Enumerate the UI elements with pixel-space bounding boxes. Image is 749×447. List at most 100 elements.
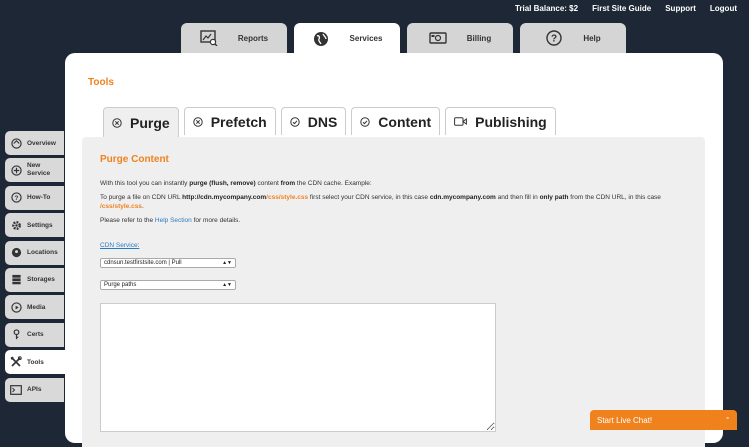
example-only-path: only path [539,194,569,201]
question-icon: ? [10,192,22,204]
side-nav: Overview New Service ? How-To Settings Lo… [5,131,65,405]
example-part: . [141,202,144,210]
help-icon: ? [545,29,563,47]
tab-billing[interactable]: Billing [407,23,513,53]
tab-reports[interactable]: Reports [181,23,287,53]
tab-billing-label: Billing [466,33,492,43]
refer-part: for more details. [191,217,241,224]
x-circle-icon [112,117,122,128]
sidebar-item-label: APIs [27,386,42,394]
sidebar-item-apis[interactable]: APIs [5,377,64,402]
sidebar-item-new-service[interactable]: New Service [5,158,64,183]
sidebar-item-label: Storages [27,276,55,284]
svg-text:?: ? [551,34,557,45]
sidebar-item-label: New Service [27,162,50,178]
tab-publishing[interactable]: Publishing [445,107,556,135]
tab-help-label: Help [583,33,601,43]
tab-help[interactable]: ? Help [520,23,626,53]
sidebar-item-storages[interactable]: Storages [5,267,64,292]
plus-circle-icon [10,164,22,176]
intro-from: from [280,180,296,187]
svg-text:?: ? [14,195,18,202]
intro-part: content [255,180,281,187]
top-links: Trial Balance: $2 First Site Guide Suppo… [501,4,737,13]
cdn-service-colon: : [137,242,140,249]
live-chat-label: Start Live Chat! [597,415,653,425]
purge-mode-select[interactable]: Purge paths ▲▼ [100,280,236,290]
tab-publishing-label: Publishing [475,113,547,130]
tab-content-label: Content [378,113,432,130]
intro-part: With this tool you can instantly [100,180,190,187]
sidebar-item-label: Media [27,303,46,311]
example-part: first select your CDN service, in this c… [308,194,430,201]
sidebar-item-label: How-To [27,194,51,202]
cdn-service-value: cdnsun.testfirstsite.com | Pull [104,260,182,266]
billing-icon [429,29,447,47]
sidebar-item-label: Tools [27,358,44,366]
cdn-service-label[interactable]: CDN Service: [100,242,139,249]
example-url-host: http://cdn.mycompany.com [182,194,267,201]
globe-icon [312,30,330,48]
refer-part: Please refer to the [100,217,155,224]
sidebar-item-overview[interactable]: Overview [5,131,64,155]
example-service: cdn.mycompany.com [429,194,496,201]
sidebar-item-label: Locations [27,249,58,257]
cdn-service-select[interactable]: cdnsun.testfirstsite.com | Pull ▲▼ [100,258,236,268]
refer-text: Please refer to the Help Section for mor… [100,217,700,226]
terminal-icon [10,384,22,396]
example-path: /css/style.css [100,202,142,210]
example-text: To purge a file on CDN URL http://cdn.my… [100,194,700,211]
play-icon [10,301,22,313]
settings-gear-icon [10,219,22,231]
support-link[interactable]: Support [665,4,696,13]
intro-part: the CDN cache. Example: [295,180,372,187]
key-icon [10,329,22,341]
minimize-icon[interactable]: - [726,413,729,422]
tab-prefetch[interactable]: Prefetch [183,107,276,135]
sidebar-item-settings[interactable]: Settings [5,213,64,238]
tab-purge[interactable]: Purge [103,107,179,137]
check-circle-icon [290,116,300,127]
video-icon [454,117,468,126]
purge-panel: Purge Content With this tool you can ins… [82,137,705,447]
purge-heading: Purge Content [100,154,169,165]
live-chat-button[interactable]: Start Live Chat! - [590,410,737,430]
tab-dns[interactable]: DNS [280,107,347,135]
tools-icon [10,356,22,368]
first-site-guide-link[interactable]: First Site Guide [592,4,651,13]
page-title: Tools [88,77,114,88]
tab-dns-label: DNS [307,113,338,130]
tab-reports-label: Reports [237,33,269,43]
purge-paths-textarea[interactable] [100,303,496,432]
tab-services[interactable]: Services [294,23,400,54]
sidebar-item-media[interactable]: Media [5,295,64,320]
sidebar-item-how-to[interactable]: ? How-To [5,185,64,210]
main-tabs: Reports Services Billing ? Help [181,23,633,54]
example-part: To purge a file on CDN URL [100,194,183,201]
sidebar-item-label: Certs [27,331,44,339]
help-section-link[interactable]: Help Section [155,217,192,224]
sidebar-item-label: Overview [27,139,56,147]
tab-content[interactable]: Content [351,107,441,135]
storage-icon [10,274,22,286]
sidebar-item-tools[interactable]: Tools [5,350,65,375]
sidebar-item-label: Settings [27,221,53,229]
chevron-updown-icon: ▲▼ [222,260,232,266]
sub-tabs: Purge Prefetch DNS Content Publishing [103,107,561,137]
content-card: Tools Purge Prefetch DNS Content Publish… [65,53,723,447]
location-pin-icon [10,247,22,259]
trial-balance-link[interactable]: Trial Balance: $2 [515,4,578,13]
intro-bold: purge (flush, remove) [189,180,256,187]
cdn-service-label-text: CDN Service [100,242,138,249]
intro-text: With this tool you can instantly purge (… [100,180,700,189]
purge-mode-value: Purge paths [104,282,137,288]
service-label: Service [27,170,51,178]
sidebar-item-certs[interactable]: Certs [5,322,64,347]
check-circle-icon [360,116,370,127]
sidebar-item-locations[interactable]: Locations [5,240,64,265]
tab-purge-label: Purge [130,114,170,131]
reports-icon [200,29,218,47]
example-url-path: /css/style.css [266,194,309,201]
logout-link[interactable]: Logout [710,4,737,13]
example-part: and then fill in [495,194,540,201]
